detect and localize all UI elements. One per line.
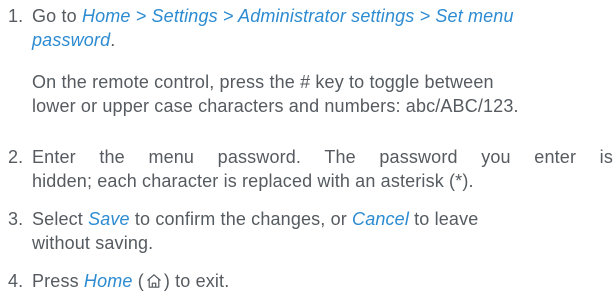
step-1-note-line-1: On the remote control, press the # key t… bbox=[32, 72, 494, 92]
step-3: 3. Select Save to confirm the changes, o… bbox=[8, 207, 608, 255]
step-3-middle: to confirm the changes, or bbox=[129, 209, 353, 229]
step-4-close-paren: ) to exit. bbox=[163, 271, 230, 291]
step-3-suffix: to leave bbox=[408, 209, 479, 229]
step-3-text: Select Save to confirm the changes, or C… bbox=[32, 207, 608, 255]
step-2-line-1: Enter the menu password. The password yo… bbox=[32, 147, 613, 167]
step-2-text: Enter the menu password. The password yo… bbox=[32, 145, 613, 193]
step-1-prefix: Go to bbox=[32, 6, 82, 26]
step-3-line-2: without saving. bbox=[32, 233, 154, 253]
step-1: 1. Go to Home > Settings > Administrator… bbox=[8, 4, 608, 52]
save-link[interactable]: Save bbox=[88, 209, 130, 229]
step-4-text: Press Home ( ) to exit. bbox=[32, 269, 608, 293]
step-4-prefix: Press bbox=[32, 271, 84, 291]
home-icon bbox=[145, 272, 163, 290]
step-1-number: 1. bbox=[8, 6, 24, 26]
step-2-number: 2. bbox=[8, 147, 24, 167]
step-2-line-2: hidden; each character is replaced with … bbox=[32, 171, 474, 191]
instruction-list: 1. Go to Home > Settings > Administrator… bbox=[0, 0, 613, 302]
step-3-prefix: Select bbox=[32, 209, 89, 229]
step-4-open-paren: ( bbox=[132, 271, 144, 291]
step-1-note-line-2: lower or upper case characters and numbe… bbox=[32, 96, 519, 116]
step-2: 2. Enter the menu password. The password… bbox=[8, 145, 613, 193]
settings-path-link-continued[interactable]: password bbox=[32, 30, 110, 50]
settings-path-link[interactable]: Home > Settings > Administrator settings… bbox=[82, 6, 514, 26]
step-1-text: Go to Home > Settings > Administrator se… bbox=[32, 4, 608, 52]
step-1-note: On the remote control, press the # key t… bbox=[32, 70, 613, 118]
step-4-number: 4. bbox=[8, 271, 24, 291]
step-1-suffix: . bbox=[110, 30, 116, 50]
step-3-number: 3. bbox=[8, 209, 24, 229]
home-link[interactable]: Home bbox=[84, 271, 133, 291]
step-4: 4. Press Home ( ) to exit. bbox=[8, 269, 608, 293]
cancel-link[interactable]: Cancel bbox=[352, 209, 409, 229]
